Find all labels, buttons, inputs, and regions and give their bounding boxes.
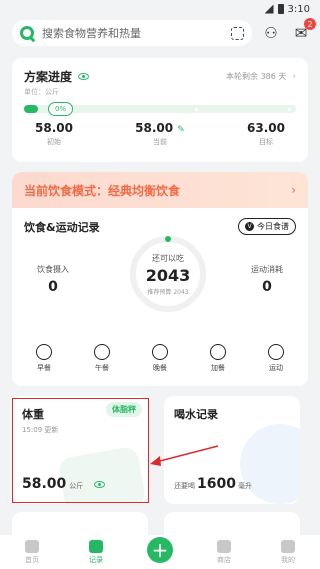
progress-end-marker <box>287 108 291 111</box>
calorie-ring[interactable]: 还可以吃 2043 推荐预算 2043 <box>128 234 208 314</box>
edit-icon: ✎ <box>177 125 185 135</box>
profile-icon <box>281 539 295 553</box>
search-bar[interactable]: 搜索食物营养和热量 <box>12 20 252 46</box>
search-placeholder: 搜索食物营养和热量 <box>42 27 141 40</box>
water-unit: 毫升 <box>237 482 252 490</box>
progress-fill <box>24 105 38 113</box>
eaten-stat: 饮食摄入 0 <box>37 265 69 295</box>
plan-remaining: 本轮剩余 386 天 <box>226 72 287 81</box>
meal-breakfast[interactable]: 早餐 <box>24 344 64 373</box>
water-title: 喝水记录 <box>174 408 218 421</box>
search-icon <box>20 26 34 40</box>
remaining-value: 2043 <box>145 265 191 285</box>
breakfast-icon <box>36 344 52 360</box>
initial-weight: 58.00 初始 <box>35 121 73 146</box>
battery-icon <box>277 4 284 14</box>
chevron-right-icon: › <box>292 71 296 82</box>
exercise-icon <box>268 344 284 360</box>
annotation-arrow <box>150 445 219 466</box>
wifi-icon <box>264 4 274 14</box>
lunch-icon <box>94 344 110 360</box>
meal-snack[interactable]: 加餐 <box>198 344 238 373</box>
home-icon <box>25 539 39 553</box>
today-recipe-button[interactable]: V 今日食谱 <box>238 218 296 235</box>
meal-dinner[interactable]: 晚餐 <box>140 344 180 373</box>
target-weight: 63.00 目标 <box>247 121 285 146</box>
eye-icon[interactable] <box>78 73 90 80</box>
message-badge: 2 <box>304 18 316 30</box>
budget-label: 推荐预算 2043 <box>147 288 189 296</box>
add-icon: + <box>147 537 173 563</box>
progress-label: 0% <box>48 102 74 116</box>
tab-mine[interactable]: 我的 <box>266 539 310 565</box>
current-weight[interactable]: 58.00 ✎ 当前 <box>130 121 190 147</box>
status-bar: 3:10 <box>0 0 320 18</box>
record-icon <box>89 539 103 553</box>
snack-icon <box>210 344 226 360</box>
tab-add[interactable]: + <box>138 537 182 563</box>
intake-card: 饮食&运动记录 V 今日食谱 饮食摄入 0 还可以吃 2043 推荐预算 204… <box>12 208 308 386</box>
diet-mode-banner[interactable]: 当前饮食模式：经典均衡饮食 › <box>12 172 308 208</box>
burned-stat: 运动消耗 0 <box>251 265 283 295</box>
diet-mode-text: 当前饮食模式：经典均衡饮食 <box>24 183 181 198</box>
water-prefix: 还要喝 <box>174 482 195 490</box>
top-bar: 搜索食物营养和热量 ⚇ ✉ 2 <box>0 18 320 48</box>
meal-exercise[interactable]: 运动 <box>256 344 296 373</box>
progress-marker <box>195 108 199 111</box>
clock: 3:10 <box>287 3 310 15</box>
meal-lunch[interactable]: 午餐 <box>82 344 122 373</box>
bottom-tab-bar: 首页 记录 + 商店 我的 <box>0 535 320 569</box>
dinner-icon <box>152 344 168 360</box>
progress-bar: 0% <box>24 102 296 116</box>
store-icon <box>217 539 231 553</box>
tab-store[interactable]: 商店 <box>202 539 246 565</box>
tab-record[interactable]: 记录 <box>74 539 118 565</box>
recipe-icon: V <box>245 222 254 231</box>
plan-progress-card[interactable]: 方案进度 本轮剩余 386 天 › 单位：公斤 0% 58.00 初始 58.0… <box>12 58 308 162</box>
message-icon[interactable]: ✉ 2 <box>290 18 316 44</box>
intake-title: 饮食&运动记录 <box>24 220 100 234</box>
tab-home[interactable]: 首页 <box>10 539 54 565</box>
plan-title: 方案进度 <box>24 70 73 84</box>
friends-icon[interactable]: ⚇ <box>260 22 282 44</box>
chevron-right-icon: › <box>291 183 296 197</box>
meal-shortcuts: 早餐 午餐 晚餐 加餐 运动 <box>24 344 296 373</box>
remaining-label: 还可以吃 <box>152 253 184 263</box>
plan-unit: 单位：公斤 <box>24 88 59 96</box>
scan-icon[interactable] <box>231 26 244 40</box>
annotation-box <box>12 398 149 503</box>
